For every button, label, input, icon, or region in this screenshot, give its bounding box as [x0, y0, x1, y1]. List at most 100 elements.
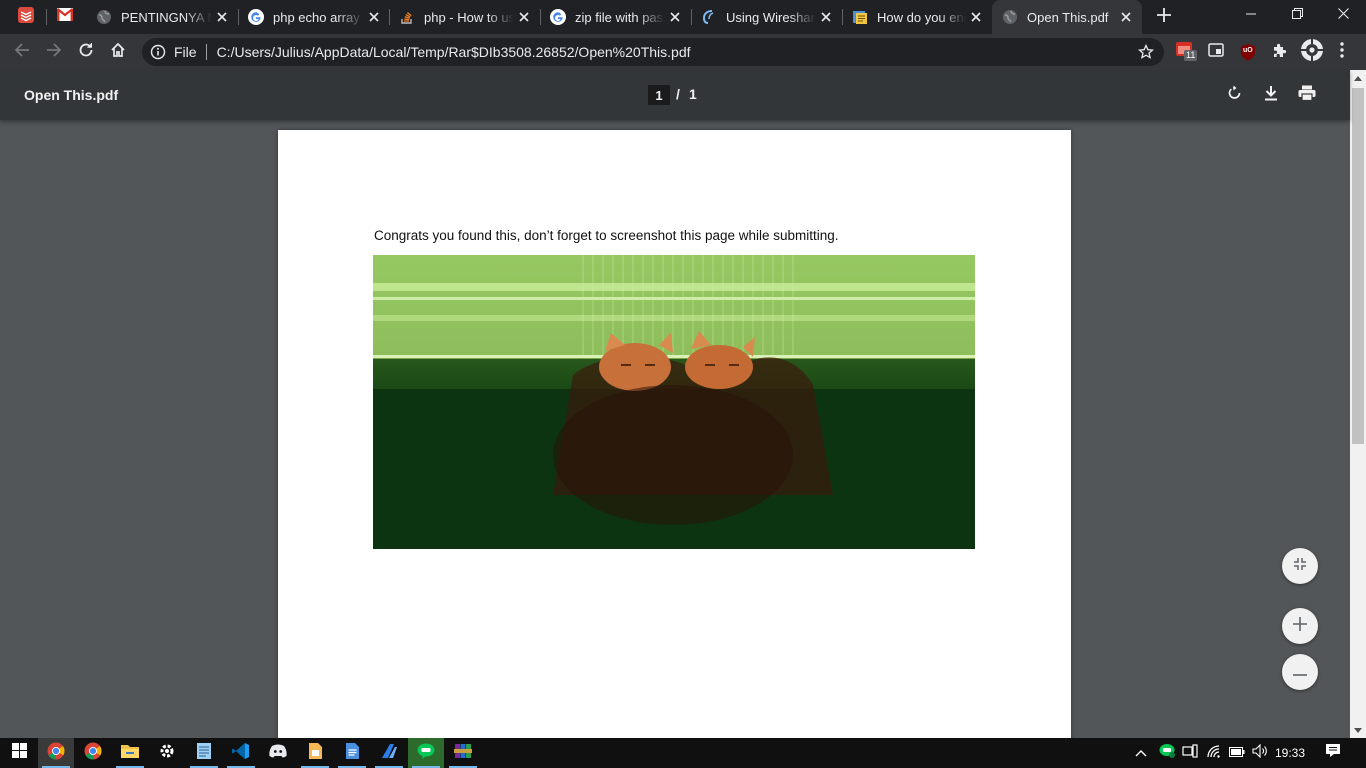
scroll-down-arrow-icon[interactable] — [1350, 722, 1366, 738]
pdf-page-text: Congrats you found this, don’t forget to… — [374, 228, 839, 243]
taskbar-chrome-2[interactable] — [75, 738, 111, 768]
cats-photo — [373, 255, 975, 549]
minus-icon — [1293, 663, 1307, 681]
wireshark-icon — [701, 9, 717, 25]
close-tab-icon[interactable] — [665, 7, 685, 27]
close-tab-icon[interactable] — [966, 7, 986, 27]
page-number-input[interactable]: 1 — [648, 85, 670, 105]
taskbar-chrome[interactable] — [38, 738, 74, 768]
window-icon — [1208, 42, 1224, 62]
tab-active[interactable]: Open This.pdf — [992, 0, 1142, 34]
pdf-title: Open This.pdf — [24, 87, 119, 103]
scheme-label: File — [174, 44, 197, 60]
taskbar-vscode[interactable] — [223, 738, 259, 768]
puzzle-icon — [1272, 42, 1288, 63]
bookmark-star-icon[interactable] — [1137, 43, 1155, 60]
profile-button[interactable] — [1300, 38, 1324, 64]
tab-title: Using Wireshark — [726, 9, 816, 25]
pinned-tab-gmail[interactable] — [47, 0, 83, 34]
tab-4[interactable]: Using Wireshark — [691, 0, 842, 34]
tab-0[interactable]: PENTINGNYA MEMAHAMI — [86, 0, 238, 34]
close-tab-icon[interactable] — [514, 7, 534, 27]
tab-2[interactable]: php - How to use — [389, 0, 540, 34]
url-text[interactable]: C:/Users/Julius/AppData/Local/Temp/Rar$D… — [217, 44, 691, 60]
tab-extension[interactable] — [1204, 40, 1228, 64]
vertical-scrollbar[interactable] — [1350, 70, 1366, 738]
action-center-button[interactable] — [1320, 738, 1346, 768]
fit-page-icon — [1293, 557, 1307, 576]
discord-icon — [269, 744, 287, 763]
tray-wifi[interactable] — [1203, 738, 1225, 768]
minimize-icon — [1246, 6, 1256, 24]
taskbar-document[interactable] — [297, 738, 333, 768]
close-window-button[interactable] — [1320, 0, 1366, 30]
forward-button[interactable] — [40, 38, 68, 66]
pdf-viewer: Open This.pdf 1 / 1 Congrats you found t… — [0, 70, 1366, 738]
taskbar-file-explorer[interactable] — [112, 738, 148, 768]
ublock-shield-icon: uO — [1240, 43, 1256, 61]
new-tab-button[interactable] — [1152, 5, 1176, 29]
document-icon — [852, 9, 868, 25]
info-icon[interactable] — [150, 44, 166, 60]
tray-line[interactable] — [1156, 738, 1178, 768]
pinned-tab-todoist[interactable] — [8, 0, 44, 34]
print-icon — [1298, 85, 1316, 106]
restore-button[interactable] — [1274, 0, 1320, 30]
print-button[interactable] — [1295, 83, 1319, 107]
download-button[interactable] — [1259, 83, 1283, 107]
globe-icon — [1002, 9, 1018, 25]
restore-icon — [1291, 6, 1303, 24]
taskbar-settings[interactable] — [149, 738, 185, 768]
back-button[interactable] — [8, 38, 36, 66]
rotate-button[interactable] — [1223, 83, 1247, 107]
more-vertical-icon — [1340, 41, 1344, 63]
fit-to-page-button[interactable] — [1282, 548, 1318, 584]
taskbar-clock[interactable]: 19:33 — [1275, 746, 1305, 760]
tray-device[interactable] — [1179, 738, 1201, 768]
taskbar-docs[interactable] — [334, 738, 370, 768]
taskbar-line[interactable] — [408, 738, 444, 768]
todoist-icon — [17, 6, 35, 28]
tab-5[interactable]: How do you encrypt — [842, 0, 992, 34]
show-hidden-icons-button[interactable] — [1130, 738, 1152, 768]
taskbar-winrar[interactable] — [445, 738, 481, 768]
calendar-extension[interactable]: 11 — [1174, 40, 1198, 64]
tray-volume[interactable] — [1249, 738, 1271, 768]
tab-title: Open This.pdf — [1027, 9, 1109, 25]
extensions-button[interactable] — [1268, 40, 1292, 64]
scrollbar-thumb[interactable] — [1352, 88, 1364, 444]
minimize-button[interactable] — [1228, 0, 1274, 30]
taskbar-app-blue[interactable] — [371, 738, 407, 768]
tab-3[interactable]: zip file with password — [540, 0, 691, 34]
pdf-toolbar: Open This.pdf 1 / 1 — [0, 70, 1350, 120]
address-bar[interactable]: File C:/Users/Julius/AppData/Local/Temp/… — [142, 38, 1164, 66]
chrome-menu-button[interactable] — [1330, 40, 1354, 64]
close-tab-icon[interactable] — [1116, 7, 1136, 27]
calendar-badge: 11 — [1184, 50, 1198, 61]
taskbar-notepad[interactable] — [186, 738, 222, 768]
vscode-icon — [232, 742, 250, 765]
tab-title: PENTINGNYA MEMAHAMI — [121, 9, 212, 25]
home-icon — [110, 42, 126, 63]
zoom-in-button[interactable] — [1282, 608, 1318, 644]
reload-button[interactable] — [72, 38, 100, 66]
browser-toolbar: File C:/Users/Julius/AppData/Local/Temp/… — [0, 34, 1366, 70]
device-icon — [1182, 743, 1198, 763]
folder-icon — [121, 743, 139, 763]
download-icon — [1264, 85, 1278, 106]
tab-1[interactable]: php echo array - Google Search — [238, 0, 390, 34]
stackoverflow-icon — [399, 9, 415, 25]
tab-title: How do you encrypt — [877, 9, 966, 25]
close-tab-icon[interactable] — [364, 7, 384, 27]
scroll-up-arrow-icon[interactable] — [1350, 70, 1366, 86]
close-tab-icon[interactable] — [212, 7, 232, 27]
ublock-extension[interactable]: uO — [1236, 40, 1260, 64]
chrome-icon — [47, 742, 65, 765]
home-button[interactable] — [104, 38, 132, 66]
tray-battery[interactable] — [1226, 738, 1248, 768]
start-button[interactable] — [0, 738, 38, 768]
taskbar-discord[interactable] — [260, 738, 296, 768]
chevron-up-icon — [1135, 744, 1147, 762]
close-tab-icon[interactable] — [816, 7, 836, 27]
zoom-out-button[interactable] — [1282, 654, 1318, 690]
